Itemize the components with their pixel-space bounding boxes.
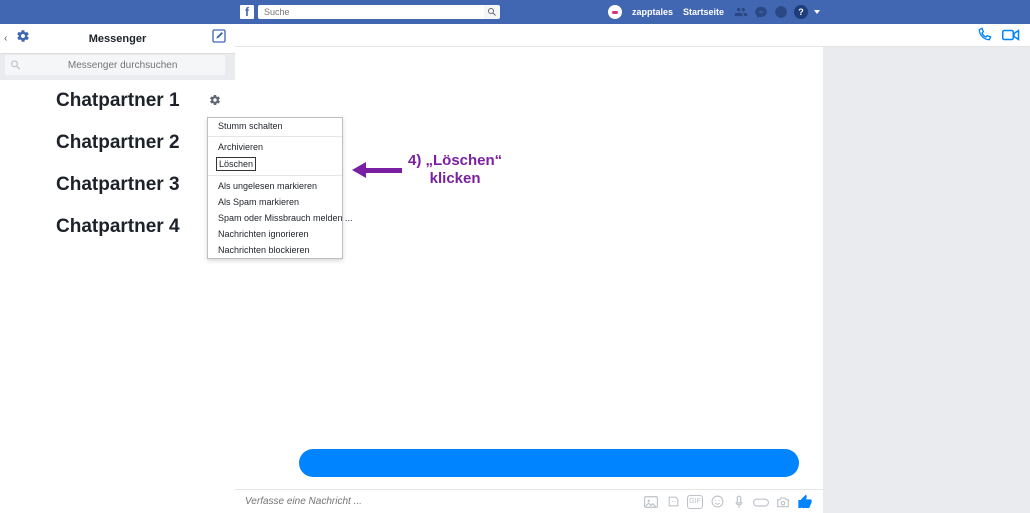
photo-icon[interactable] bbox=[643, 495, 659, 509]
right-panel bbox=[823, 47, 1030, 489]
menu-item-archive[interactable]: Archivieren bbox=[208, 139, 342, 155]
topbar-icons: ? bbox=[734, 5, 820, 19]
search-icon bbox=[488, 8, 496, 16]
topbar: f zapptales Startseite ? bbox=[0, 0, 1030, 24]
back-chevron-icon[interactable]: ‹ bbox=[4, 33, 7, 44]
username-link[interactable]: zapptales bbox=[632, 7, 673, 17]
chat-item-label: Chatpartner 1 bbox=[56, 90, 180, 111]
compose-button[interactable] bbox=[211, 28, 227, 49]
notifications-icon[interactable] bbox=[774, 5, 788, 19]
messenger-header: ‹ Messenger bbox=[0, 24, 235, 54]
outgoing-message-bubble bbox=[299, 449, 799, 477]
global-search bbox=[258, 5, 500, 19]
menu-item-report[interactable]: Spam oder Missbrauch melden ... bbox=[208, 210, 342, 226]
search-button[interactable] bbox=[484, 5, 500, 19]
sidebar-search-input[interactable] bbox=[26, 60, 219, 71]
menu-item-delete[interactable]: Löschen bbox=[216, 157, 256, 171]
like-icon[interactable] bbox=[797, 494, 813, 510]
phone-icon[interactable] bbox=[976, 27, 992, 43]
messenger-title: Messenger bbox=[89, 33, 146, 45]
sticker-icon[interactable] bbox=[665, 495, 681, 509]
voice-icon[interactable] bbox=[731, 495, 747, 509]
chat-context-menu: Stumm schalten Archivieren Löschen Als u… bbox=[207, 117, 343, 259]
help-icon[interactable]: ? bbox=[794, 5, 808, 19]
sidebar-search[interactable] bbox=[4, 54, 226, 76]
video-icon[interactable] bbox=[1002, 28, 1020, 42]
gear-icon bbox=[16, 29, 30, 43]
composer: GIF bbox=[235, 489, 823, 513]
friends-icon[interactable] bbox=[734, 5, 748, 19]
chat-item-label: Chatpartner 3 bbox=[56, 174, 180, 195]
menu-item-ignore[interactable]: Nachrichten ignorieren bbox=[208, 226, 342, 242]
chat-list-item[interactable]: Chatpartner 1 bbox=[0, 80, 235, 122]
menu-item-mark-unread[interactable]: Als ungelesen markieren bbox=[208, 178, 342, 194]
message-input[interactable] bbox=[245, 496, 643, 507]
chat-item-label: Chatpartner 2 bbox=[56, 132, 180, 153]
gear-icon bbox=[209, 94, 221, 106]
sidebar: Chatpartner 1 Chatpartner 2 Chatpartner … bbox=[0, 80, 235, 513]
menu-item-block[interactable]: Nachrichten blockieren bbox=[208, 242, 342, 258]
menu-item-mute[interactable]: Stumm schalten bbox=[208, 118, 342, 134]
gif-icon[interactable]: GIF bbox=[687, 495, 703, 509]
avatar[interactable] bbox=[608, 5, 622, 19]
compose-icon bbox=[211, 28, 227, 44]
menu-separator bbox=[208, 136, 342, 137]
facebook-logo[interactable]: f bbox=[240, 5, 254, 19]
camera-icon[interactable] bbox=[775, 495, 791, 509]
chat-item-menu-button[interactable] bbox=[209, 90, 221, 112]
games-icon[interactable] bbox=[753, 495, 769, 509]
chat-header bbox=[235, 24, 1030, 47]
chat-item-label: Chatpartner 4 bbox=[56, 216, 180, 237]
composer-icons: GIF bbox=[643, 494, 813, 510]
chat-list-item[interactable]: Chatpartner 3 bbox=[0, 164, 235, 206]
search-input[interactable] bbox=[258, 5, 484, 19]
home-link[interactable]: Startseite bbox=[683, 7, 724, 17]
chat-list-item[interactable]: Chatpartner 2 bbox=[0, 122, 235, 164]
settings-button[interactable] bbox=[16, 29, 30, 48]
chat-list-item[interactable]: Chatpartner 4 bbox=[0, 206, 235, 248]
emoji-icon[interactable] bbox=[709, 495, 725, 509]
messenger-icon[interactable] bbox=[754, 5, 768, 19]
menu-item-mark-spam[interactable]: Als Spam markieren bbox=[208, 194, 342, 210]
chat-main bbox=[235, 47, 823, 489]
dropdown-caret-icon[interactable] bbox=[814, 10, 820, 14]
search-icon bbox=[11, 60, 20, 70]
topbar-right: zapptales Startseite ? bbox=[608, 5, 820, 19]
menu-separator bbox=[208, 175, 342, 176]
